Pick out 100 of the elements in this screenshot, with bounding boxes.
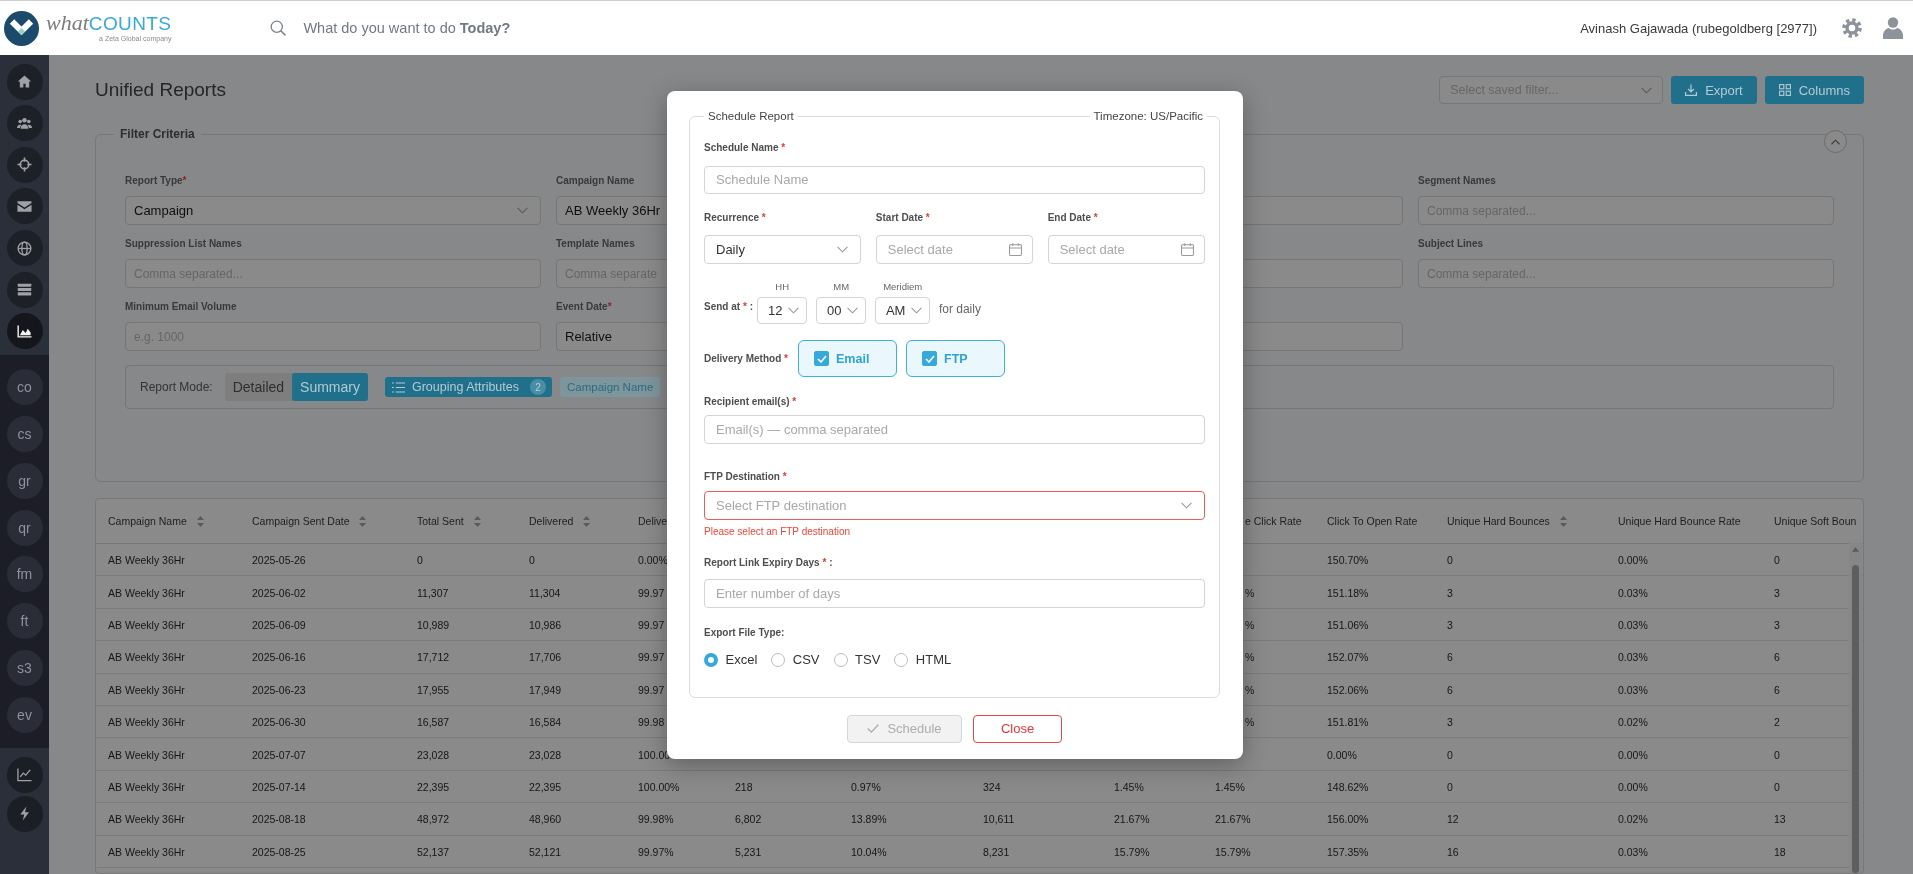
chevron-down-icon [1181, 502, 1192, 510]
table-cell: 3 [1774, 586, 1780, 599]
table-cell: AB Weekly 36Hr [108, 813, 185, 826]
close-button[interactable]: Close [973, 714, 1062, 743]
table-cell: 52,137 [417, 845, 450, 858]
sidebar-button[interactable] [6, 230, 43, 267]
field-label: Recurrence * [704, 211, 766, 225]
sidebar-button[interactable] [6, 188, 43, 225]
scrollbar-thumb[interactable] [1852, 564, 1859, 873]
delivery-option[interactable]: Email [798, 340, 897, 377]
sidebar-button[interactable]: ev [6, 696, 43, 733]
settings-icon[interactable] [1842, 18, 1862, 38]
scrollbar[interactable] [1849, 542, 1862, 873]
sort-icon[interactable] [196, 515, 204, 527]
collapse-button[interactable] [1824, 130, 1847, 153]
mode-option[interactable]: Detailed [224, 372, 293, 402]
sidebar-button[interactable]: ft [6, 603, 43, 640]
table-cell: 99.97 [638, 651, 665, 664]
table-cell: 151.06% [1327, 619, 1369, 632]
export-button[interactable]: Export [1671, 76, 1757, 104]
search-field[interactable]: What do you want to do Today? [270, 20, 511, 36]
table-cell: AB Weekly 36Hr [108, 781, 185, 794]
column-header[interactable]: Delivered [529, 515, 591, 528]
table-cell: 99.97 [638, 619, 665, 632]
table-cell: 52,121 [529, 845, 562, 858]
scroll-up-icon[interactable] [1852, 546, 1859, 552]
select-field[interactable]: Daily [704, 235, 862, 264]
sidebar-button[interactable]: qr [6, 509, 43, 546]
sidebar-button[interactable]: s3 [6, 650, 43, 687]
radio-button[interactable] [704, 652, 718, 667]
table-cell: % [1245, 716, 1255, 729]
field-label: Event Date* [556, 300, 612, 314]
column-header[interactable]: Unique Hard Bounces [1447, 515, 1567, 528]
mode-option[interactable]: Summary [292, 372, 368, 402]
error-message: Please select an FTP destination [704, 526, 850, 537]
table-cell: AB Weekly 36Hr [108, 554, 185, 567]
table-cell: 15.79% [1114, 845, 1150, 858]
select-caption: MM [833, 281, 850, 292]
column-header[interactable]: Total Sent [417, 515, 481, 528]
radio-label[interactable]: TSV [855, 652, 881, 668]
sidebar-button[interactable] [6, 271, 43, 308]
date-field[interactable]: Select date [1047, 235, 1205, 264]
radio-button[interactable] [894, 652, 909, 667]
table-cell: 22,395 [417, 781, 450, 794]
radio-label[interactable]: CSV [792, 652, 820, 668]
table-cell: 12 [1447, 813, 1459, 826]
sidebar-button[interactable]: co [6, 369, 43, 406]
table-cell: 48,972 [417, 813, 450, 826]
grouping-attributes-button[interactable]: Grouping Attributes 2 [385, 376, 552, 398]
table-cell: 148.62% [1327, 781, 1369, 794]
sidebar-button[interactable] [6, 105, 43, 142]
table-cell: 2025-06-16 [252, 651, 306, 664]
table-cell: 17,712 [417, 651, 450, 664]
radio-label[interactable]: HTML [915, 652, 952, 668]
time-select[interactable]: 12 [757, 296, 808, 324]
table-cell: 0.03% [1618, 683, 1648, 696]
table-cell: 1.45% [1114, 781, 1144, 794]
checkbox[interactable] [922, 351, 937, 366]
sidebar-button[interactable] [6, 63, 43, 100]
table-cell: 152.06% [1327, 683, 1369, 696]
sort-icon[interactable] [359, 515, 367, 527]
select-field[interactable]: Select FTP destination [704, 491, 1205, 520]
table-cell: 6 [1447, 683, 1453, 696]
sidebar-button[interactable] [6, 146, 43, 183]
table-cell: AB Weekly 36Hr [108, 748, 185, 761]
column-header: e Click Rate [1245, 515, 1302, 528]
radio-button[interactable] [771, 652, 786, 667]
user-icon[interactable] [1883, 17, 1903, 39]
select-caption: HH [775, 281, 790, 292]
table-cell: 6,802 [735, 813, 762, 826]
column-header[interactable]: Campaign Sent Date [252, 515, 367, 528]
date-field[interactable]: Select date [875, 235, 1034, 264]
table-cell: 48,960 [529, 813, 562, 826]
field-label: Subject Lines [1418, 237, 1483, 251]
sidebar-button[interactable]: cs [6, 416, 43, 453]
checkmark-icon [867, 724, 880, 734]
delivery-option[interactable]: FTP [906, 340, 1005, 377]
sidebar-button[interactable]: fm [6, 556, 43, 593]
radio-label[interactable]: Excel [725, 652, 758, 668]
table-cell: 0 [1774, 781, 1780, 794]
time-select[interactable]: 00 [815, 296, 867, 324]
select-field[interactable]: Campaign [125, 196, 541, 225]
sort-icon[interactable] [583, 515, 591, 527]
columns-button[interactable]: Columns [1764, 76, 1864, 104]
hint-text: for daily [938, 302, 981, 316]
checkbox[interactable] [814, 351, 829, 366]
table-cell: 13.89% [851, 813, 887, 826]
table-cell: 0.03% [1618, 586, 1648, 599]
sidebar-button[interactable]: gr [6, 462, 43, 499]
sort-icon[interactable] [1559, 515, 1567, 527]
sort-icon[interactable] [473, 515, 481, 527]
radio-button[interactable] [833, 652, 848, 667]
table-cell: % [1245, 586, 1255, 599]
table-cell: 218 [735, 781, 753, 794]
table-cell: 0.00% [1618, 748, 1648, 761]
table-cell: 0.00% [1618, 554, 1648, 567]
table-cell: 3 [1447, 619, 1453, 632]
sidebar-button[interactable] [6, 313, 43, 350]
time-select[interactable]: AM [874, 296, 931, 324]
column-header[interactable]: Campaign Name [108, 515, 204, 528]
